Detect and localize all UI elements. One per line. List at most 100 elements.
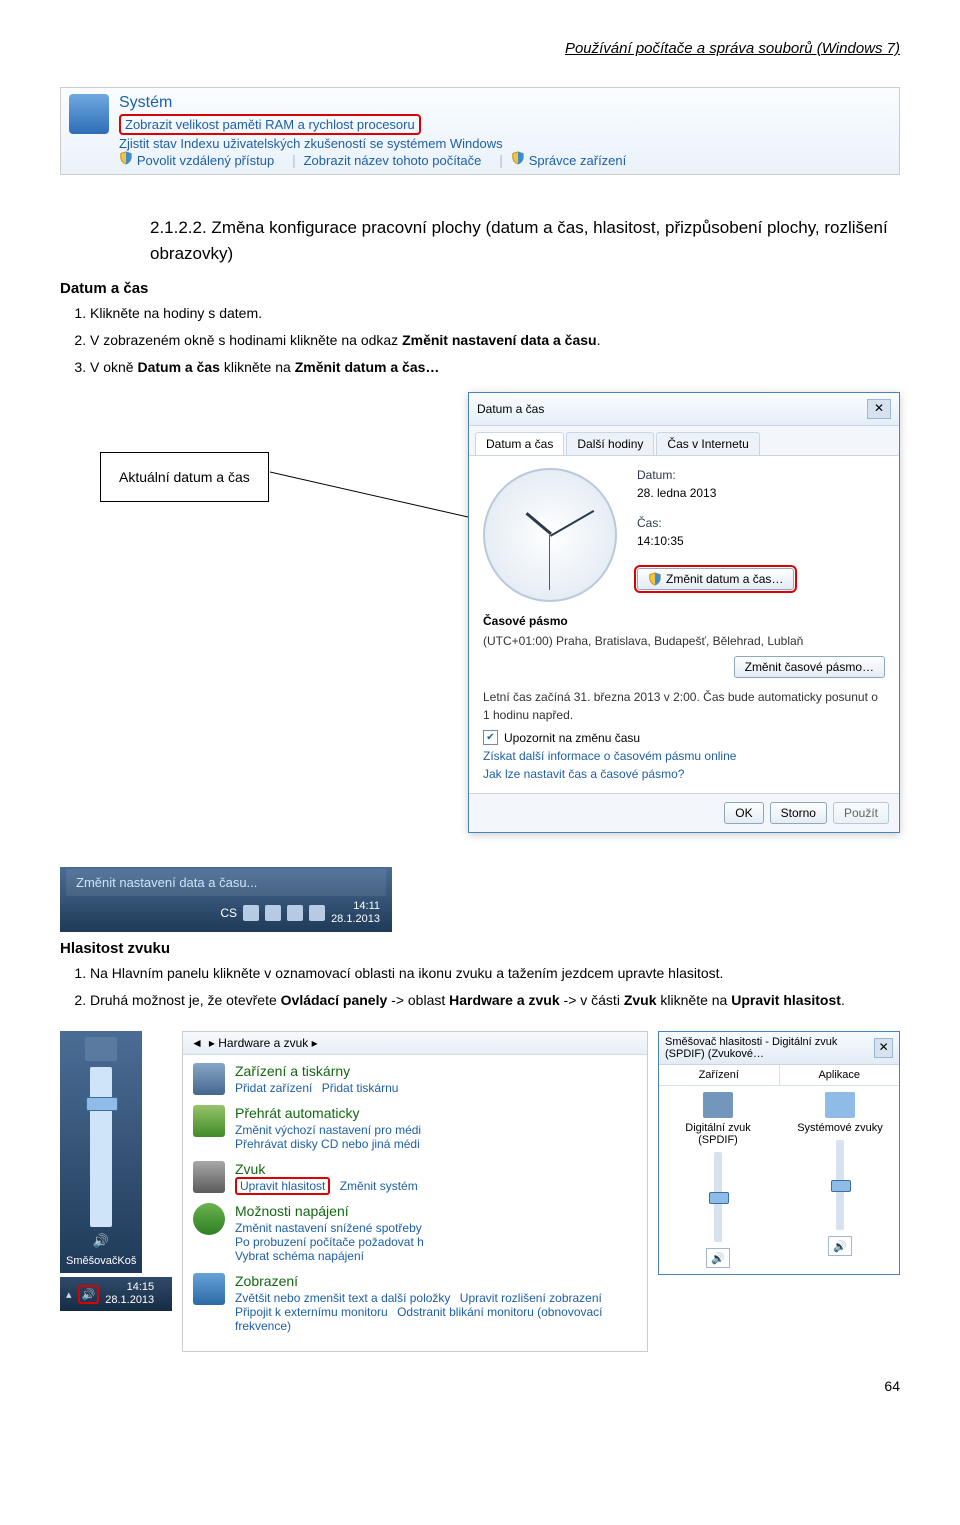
apply-button[interactable]: Použít	[833, 802, 889, 824]
link-change-system-sounds[interactable]: Změnit systém	[340, 1179, 418, 1193]
close-button[interactable]: ✕	[874, 1038, 893, 1058]
breadcrumb-text: ▸ Hardware a zvuk ▸	[209, 1036, 318, 1050]
hardware-and-sound-panel: ◄ ▸ Hardware a zvuk ▸ Zařízení a tiskárn…	[182, 1031, 648, 1352]
ok-button[interactable]: OK	[724, 802, 763, 824]
divider: |	[292, 152, 296, 168]
change-timezone-button[interactable]: Změnit časové pásmo…	[734, 656, 885, 678]
mixer-app-icon	[825, 1092, 855, 1118]
slider-thumb[interactable]	[709, 1192, 729, 1204]
datetime-figure-area: Aktuální datum a čas Datum a čas ✕ Datum…	[60, 392, 900, 932]
tray-speaker-icon[interactable]	[309, 905, 325, 921]
link-remote-access[interactable]: Povolit vzdálený přístup	[137, 153, 274, 168]
mixer-title-text: Směšovač hlasitosti - Digitální zvuk (SP…	[665, 1036, 874, 1060]
volume-slider-thumb[interactable]	[86, 1097, 118, 1111]
link-ram-speed[interactable]: Zobrazit velikost paměti RAM a rychlost …	[119, 114, 421, 135]
step-item: Klikněte na hodiny s datem.	[90, 303, 900, 324]
notify-dst-label: Upozornit na změnu času	[504, 731, 640, 745]
cat-display[interactable]: Zobrazení	[235, 1273, 637, 1289]
taskbar-tray-volume: ▴ 🔊 14:15 28.1.2013	[60, 1277, 172, 1311]
mixer-app-slider[interactable]	[836, 1140, 844, 1230]
language-indicator[interactable]: CS	[220, 906, 237, 920]
link-computer-name[interactable]: Zobrazit název tohoto počítače	[304, 153, 482, 168]
link-add-printer[interactable]: Přidat tiskárnu	[322, 1081, 399, 1095]
volume-mixer-window: Směšovač hlasitosti - Digitální zvuk (SP…	[658, 1031, 900, 1275]
tray-clock[interactable]: 14:11 28.1.2013	[331, 900, 380, 926]
datetime-dialog: Datum a čas ✕ Datum a čas Další hodiny Č…	[468, 392, 900, 833]
steps-volume: Na Hlavním panelu klikněte v oznamovací …	[90, 963, 900, 1011]
cat-sound[interactable]: Zvuk	[235, 1161, 424, 1177]
timezone-value: (UTC+01:00) Praha, Bratislava, Budapešť,…	[483, 632, 885, 650]
subsection-date-time: Datum a čas	[60, 280, 900, 297]
system-title: Systém	[119, 94, 891, 112]
page-number: 64	[60, 1378, 900, 1394]
section-heading: 2.1.2.2. Změna konfigurace pracovní ploc…	[150, 215, 900, 266]
shield-icon	[648, 572, 662, 586]
mixer-link[interactable]: Směšovač	[66, 1255, 117, 1267]
device-icon	[85, 1037, 117, 1061]
mixer-device-slider[interactable]	[714, 1152, 722, 1242]
tray-clock[interactable]: 14:15 28.1.2013	[105, 1281, 154, 1307]
step-item: Druhá možnost je, že otevřete Ovládací p…	[90, 990, 900, 1011]
link-change-date-settings[interactable]: Změnit nastavení data a času...	[66, 869, 386, 896]
analog-clock	[483, 468, 617, 602]
back-icon[interactable]: ◄	[191, 1036, 203, 1050]
volume-figure-area: 🔊 Směšovač Koš ▴ 🔊 14:15 28.1.2013 ◄ ▸ H…	[60, 1031, 900, 1352]
dialog-tabs: Datum a čas Další hodiny Čas v Internetu	[469, 426, 899, 456]
cancel-button[interactable]: Storno	[770, 802, 827, 824]
tab-additional-clocks[interactable]: Další hodiny	[566, 432, 654, 455]
autoplay-icon	[193, 1105, 225, 1137]
dialog-title: Datum a čas	[477, 402, 544, 416]
tab-internet-time[interactable]: Čas v Internetu	[656, 432, 759, 455]
mixer-app-mute[interactable]: 🔊	[828, 1236, 852, 1256]
shield-icon	[511, 151, 525, 165]
callout-current-datetime: Aktuální datum a čas	[100, 452, 269, 502]
link-power-plan[interactable]: Vybrat schéma napájení	[235, 1249, 364, 1263]
devices-printers-icon	[193, 1063, 225, 1095]
taskbar-fragment: Změnit nastavení data a času... CS 14:11…	[60, 867, 392, 932]
tray-network-icon[interactable]	[287, 905, 303, 921]
speaker-icon[interactable]: 🔊	[66, 1233, 136, 1249]
link-how-to-set[interactable]: Jak lze nastavit čas a časové pásmo?	[483, 767, 885, 781]
change-date-time-button[interactable]: Změnit datum a čas…	[637, 568, 794, 590]
link-experience-index[interactable]: Zjistit stav Indexu uživatelských zkušen…	[119, 136, 503, 151]
mixer-device-mute[interactable]: 🔊	[706, 1248, 730, 1268]
notify-dst-checkbox[interactable]: ✔	[483, 730, 498, 745]
power-options-icon	[193, 1203, 225, 1235]
slider-thumb[interactable]	[831, 1180, 851, 1192]
link-resolution[interactable]: Upravit rozlišení zobrazení	[460, 1291, 602, 1305]
timezone-section-title: Časové pásmo	[483, 614, 885, 628]
cat-devices-printers[interactable]: Zařízení a tiskárny	[235, 1063, 404, 1079]
close-button[interactable]: ✕	[867, 399, 891, 419]
sound-icon	[193, 1161, 225, 1193]
recycle-bin-label: Koš	[117, 1255, 136, 1267]
link-autoplay-defaults[interactable]: Změnit výchozí nastavení pro médi	[235, 1123, 421, 1137]
system-icon	[69, 94, 109, 134]
breadcrumb-bar[interactable]: ◄ ▸ Hardware a zvuk ▸	[183, 1032, 647, 1055]
display-icon	[193, 1273, 225, 1305]
tab-date-time[interactable]: Datum a čas	[475, 432, 564, 455]
tray-chevron-icon[interactable]	[243, 905, 259, 921]
link-adjust-volume[interactable]: Upravit hlasitost	[235, 1177, 330, 1195]
cat-power[interactable]: Možnosti napájení	[235, 1203, 430, 1219]
tray-speaker-icon-highlighted[interactable]: 🔊	[78, 1285, 100, 1304]
link-require-password[interactable]: Po probuzení počítače požadovat h	[235, 1235, 424, 1249]
link-text-size[interactable]: Zvětšit nebo zmenšit text a další položk…	[235, 1291, 450, 1305]
subsection-volume: Hlasitost zvuku	[60, 940, 900, 957]
time-value: 14:10:35	[637, 534, 794, 548]
step-item: V okně Datum a čas klikněte na Změnit da…	[90, 357, 900, 378]
volume-slider-track[interactable]	[90, 1067, 112, 1227]
cat-autoplay[interactable]: Přehrát automaticky	[235, 1105, 427, 1121]
link-timezone-info[interactable]: Získat další informace o časovém pásmu o…	[483, 749, 885, 763]
control-panel-system-strip: Systém Zobrazit velikost paměti RAM a ry…	[60, 87, 900, 175]
shield-icon	[119, 151, 133, 165]
link-device-manager[interactable]: Správce zařízení	[529, 153, 627, 168]
step-item: Na Hlavním panelu klikněte v oznamovací …	[90, 963, 900, 984]
tray-flag-icon[interactable]	[265, 905, 281, 921]
link-power-saving[interactable]: Změnit nastavení snížené spotřeby	[235, 1221, 422, 1235]
link-add-device[interactable]: Přidat zařízení	[235, 1081, 312, 1095]
link-play-cd[interactable]: Přehrávat disky CD nebo jiná médi	[235, 1137, 420, 1151]
tray-chevron-icon[interactable]: ▴	[66, 1288, 72, 1301]
link-external-monitor[interactable]: Připojit k externímu monitoru	[235, 1305, 388, 1319]
mixer-device-icon	[703, 1092, 733, 1118]
dialog-titlebar: Datum a čas ✕	[469, 393, 899, 426]
